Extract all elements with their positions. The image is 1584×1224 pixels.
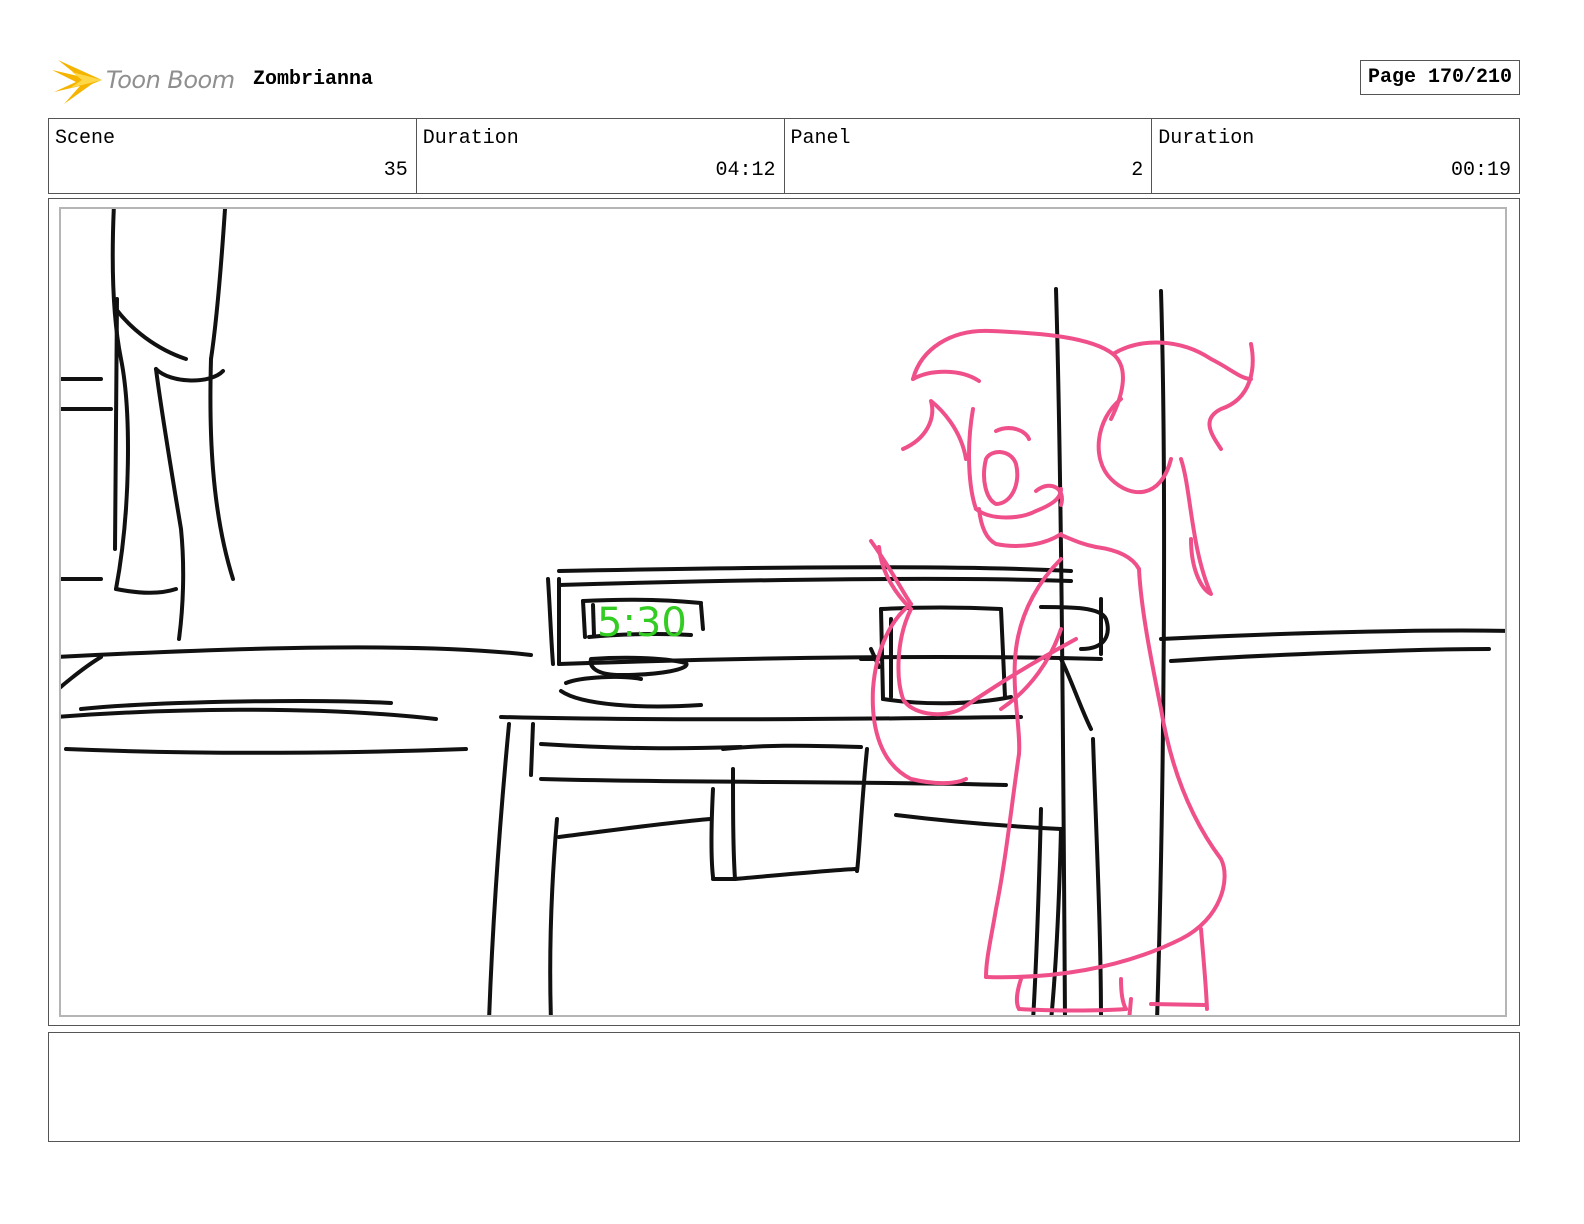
panel-drawing-area: 5:30 bbox=[59, 207, 1507, 1017]
notes-box bbox=[48, 1032, 1520, 1142]
storyboard-panel: 5:30 bbox=[48, 198, 1520, 1026]
page-header: Toon Boom Zombrianna Page 170/210 bbox=[48, 52, 1520, 108]
scene-label: Scene bbox=[55, 127, 116, 150]
panel-duration-cell: Duration 00:19 bbox=[1152, 119, 1519, 193]
logo-text: Toon Boom bbox=[106, 66, 235, 94]
background-lines bbox=[61, 209, 1505, 1015]
clock-display: 5:30 bbox=[597, 600, 687, 646]
panel-sketch: 5:30 bbox=[61, 209, 1505, 1015]
toon-boom-logo: Toon Boom bbox=[52, 56, 242, 106]
scene-duration-label: Duration bbox=[422, 127, 519, 150]
page-indicator: Page 170/210 bbox=[1359, 60, 1520, 95]
scene-cell: Scene 35 bbox=[49, 119, 417, 193]
panel-value: 2 bbox=[1131, 159, 1144, 182]
burst-icon bbox=[52, 60, 102, 104]
panel-duration-value: 00:19 bbox=[1450, 159, 1511, 182]
scene-duration-value: 04:12 bbox=[715, 159, 776, 182]
panel-duration-label: Duration bbox=[1158, 127, 1255, 150]
scene-duration-cell: Duration 04:12 bbox=[417, 119, 785, 193]
project-title: Zombrianna bbox=[253, 68, 374, 91]
panel-cell: Panel 2 bbox=[785, 119, 1153, 193]
alarm-clock: 5:30 bbox=[597, 600, 687, 646]
scene-value: 35 bbox=[383, 159, 408, 182]
info-table: Scene 35 Duration 04:12 Panel 2 Duration… bbox=[48, 118, 1520, 194]
panel-label: Panel bbox=[790, 127, 851, 150]
